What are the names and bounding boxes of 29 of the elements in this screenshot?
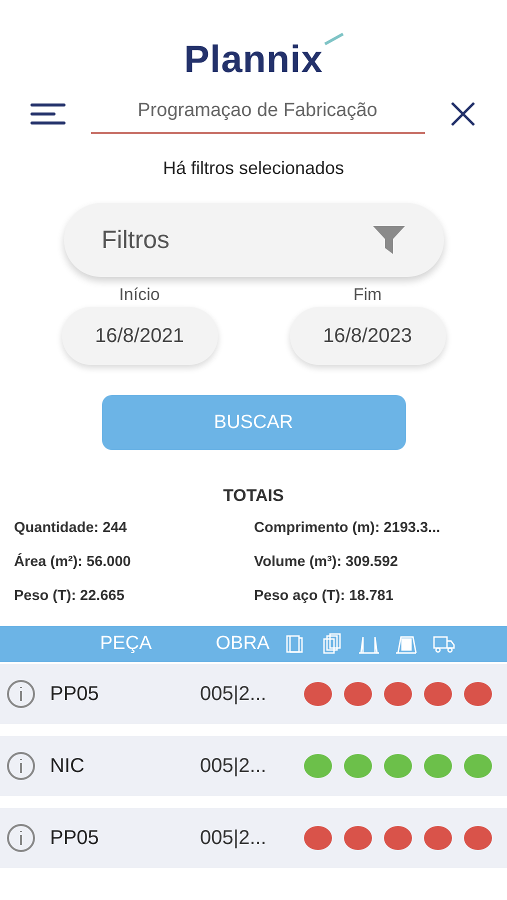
menu-icon[interactable]: [30, 102, 66, 126]
info-icon[interactable]: [6, 751, 36, 781]
table-cell-text: 005|2...: [200, 826, 268, 850]
table-cell-text: PP05: [50, 682, 100, 706]
table-cell-text: 005|2...: [200, 682, 268, 706]
table-cell-text: NIC: [50, 754, 86, 778]
date-label: Início: [119, 285, 160, 305]
filter-notice: Há filtros selecionados: [162, 158, 344, 179]
total-value: Área (m²): 56.000: [14, 554, 132, 570]
total-value: Quantidade: 244: [14, 520, 128, 536]
totals-title: TOTAIS: [223, 486, 284, 506]
column-header: PEÇA: [100, 633, 152, 655]
date-field[interactable]: 16/8/2023: [290, 307, 446, 365]
table-cell-text: 005|2...: [200, 754, 268, 778]
info-icon[interactable]: [6, 679, 36, 709]
title-field[interactable]: Programaçao de Fabricação: [90, 94, 424, 134]
table-cell-text: PP05: [50, 826, 100, 850]
date-field[interactable]: 16/8/2021: [62, 307, 218, 365]
filter-icon: [372, 225, 406, 255]
close-icon[interactable]: [449, 100, 477, 128]
filters-button[interactable]: Filtros: [64, 203, 444, 277]
info-icon[interactable]: [6, 823, 36, 853]
total-value: Comprimento (m): 2193.3...: [254, 520, 442, 536]
logo: Plannix: [184, 38, 323, 82]
total-value: Volume (m³): 309.592: [254, 554, 399, 570]
column-header: OBRA: [216, 633, 270, 655]
total-value: Peso (T): 22.665: [14, 588, 126, 604]
total-value: Peso aço (T): 18.781: [254, 588, 394, 604]
date-label: Fim: [353, 285, 382, 305]
